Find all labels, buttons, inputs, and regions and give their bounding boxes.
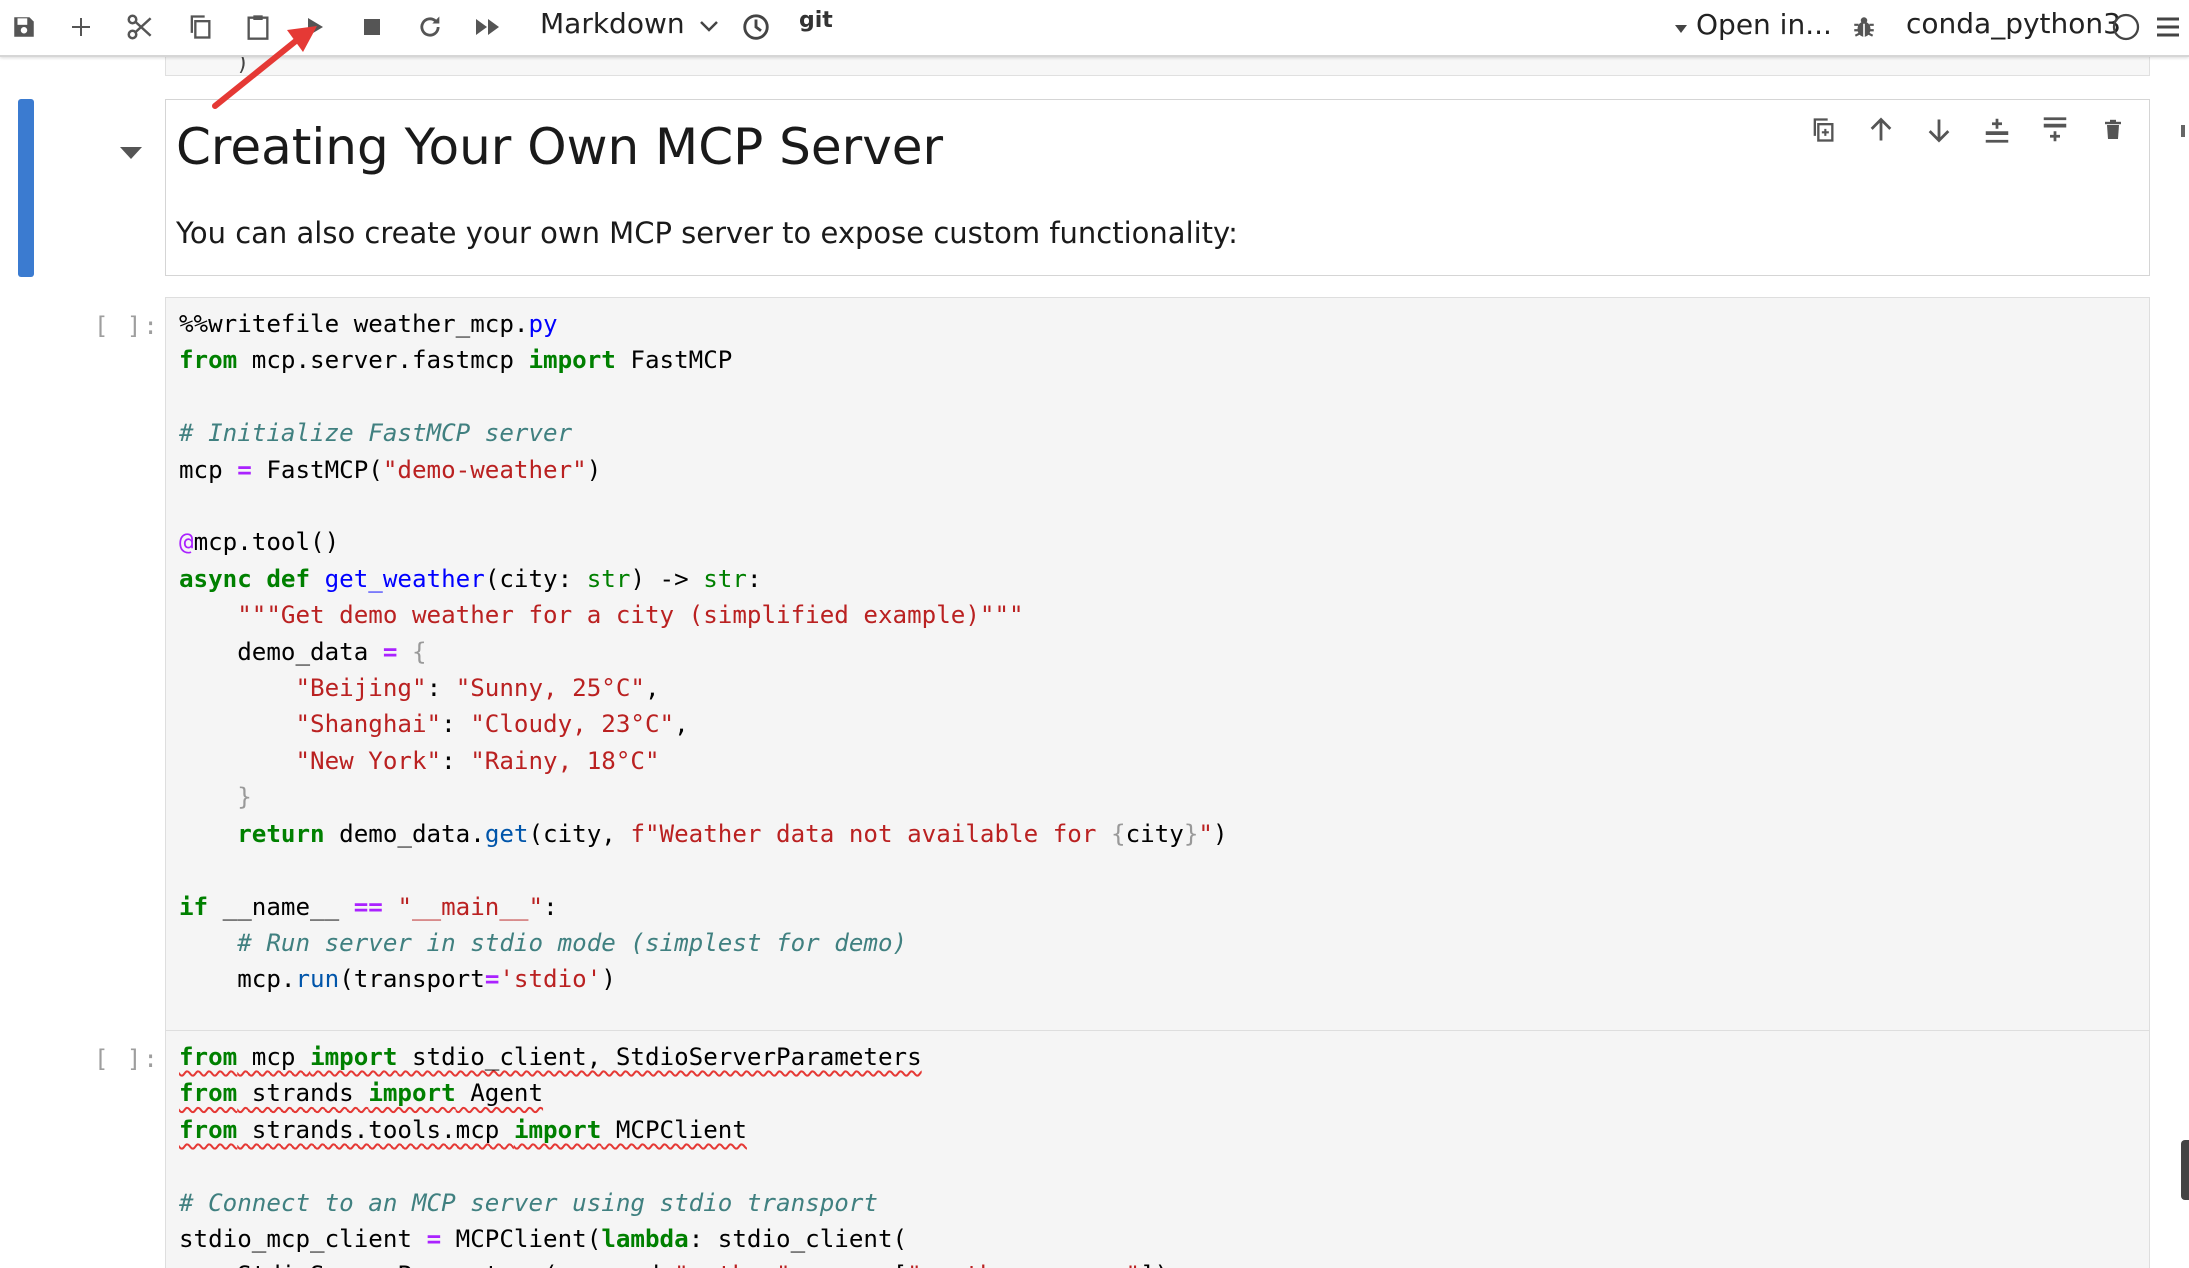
notebook-area: ) Creating Your Own MCP Server You can a… <box>0 57 2189 1268</box>
collapse-heading-icon[interactable] <box>118 145 144 165</box>
restart-icon[interactable] <box>412 6 448 48</box>
annotation-arrow <box>212 26 317 109</box>
open-in-label: Open in... <box>1696 8 1832 41</box>
move-up-icon[interactable] <box>1865 112 1897 148</box>
active-cell-indicator[interactable] <box>18 99 34 277</box>
add-cell-icon[interactable] <box>63 6 99 48</box>
stop-icon[interactable] <box>357 6 387 48</box>
cell-type-select[interactable]: Markdown <box>540 7 719 40</box>
menu-icon[interactable] <box>2152 6 2184 48</box>
markdown-cell[interactable]: Creating Your Own MCP Server You can als… <box>165 99 2150 276</box>
notebook-toolbar: Markdown git Open in... conda_python3 <box>0 0 2189 57</box>
caret-down-icon <box>1674 8 1688 41</box>
code-editor[interactable]: %%writefile weather_mcp.py from mcp.serv… <box>179 306 1228 998</box>
cell-action-bar <box>1807 112 2129 148</box>
markdown-paragraph: You can also create your own MCP server … <box>176 216 1238 250</box>
open-in-menu[interactable]: Open in... <box>1674 8 1832 41</box>
cut-icon[interactable] <box>120 6 160 48</box>
insert-above-icon[interactable] <box>2039 112 2071 148</box>
scroll-marker <box>2181 125 2185 137</box>
duplicate-cell-icon[interactable] <box>1807 112 1839 148</box>
cell-prompt: [ ]: <box>94 1045 160 1073</box>
code-editor[interactable]: from mcp import stdio_client, StdioServe… <box>179 1039 1169 1268</box>
code-cell[interactable]: %%writefile weather_mcp.py from mcp.serv… <box>165 297 2150 1066</box>
git-button[interactable]: git <box>799 8 833 33</box>
cell-type-value: Markdown <box>540 7 685 40</box>
chevron-down-icon <box>699 7 719 40</box>
markdown-heading: Creating Your Own MCP Server <box>176 118 944 176</box>
cell-prompt: [ ]: <box>94 312 160 340</box>
delete-cell-icon[interactable] <box>2097 112 2129 148</box>
scrollbar-thumb[interactable] <box>2181 1140 2189 1200</box>
insert-below-icon[interactable] <box>1981 112 2013 148</box>
kernel-name[interactable]: conda_python3 <box>1906 7 2121 40</box>
save-icon[interactable] <box>6 6 42 48</box>
kernel-idle-icon <box>2110 6 2142 48</box>
clock-icon[interactable] <box>738 6 774 48</box>
bug-icon[interactable] <box>1846 6 1882 48</box>
fast-forward-icon[interactable] <box>470 6 506 48</box>
code-cell[interactable]: from mcp import stdio_client, StdioServe… <box>165 1030 2150 1268</box>
previous-cell[interactable]: ) <box>165 57 2150 76</box>
move-down-icon[interactable] <box>1923 112 1955 148</box>
